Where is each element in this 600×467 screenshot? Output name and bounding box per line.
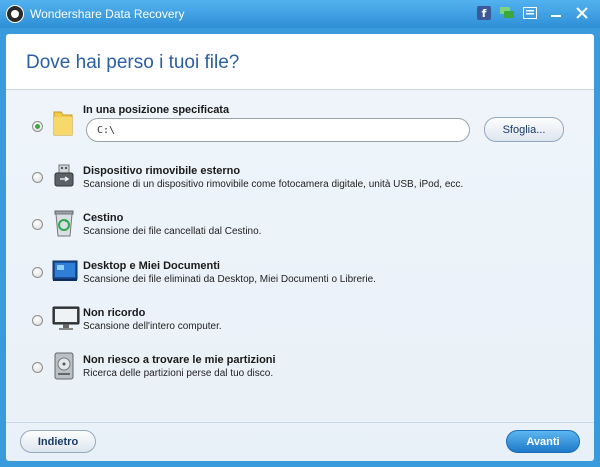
title-bar-controls: f	[477, 4, 592, 22]
radio-removable-device[interactable]	[32, 172, 43, 183]
app-logo-icon	[6, 5, 24, 23]
monitor-icon	[52, 305, 80, 333]
option-desc-removable-device: Scansione di un dispositivo rimovibile c…	[83, 179, 464, 190]
option-desc-dont-remember: Scansione dell'intero computer.	[83, 321, 222, 332]
chat-icon[interactable]	[500, 7, 514, 19]
footer-divider	[6, 422, 594, 423]
recycle-bin-icon	[52, 209, 76, 237]
next-button[interactable]: Avanti	[506, 430, 580, 453]
usb-icon	[52, 164, 76, 188]
radio-dont-remember[interactable]	[32, 315, 43, 326]
folder-icon	[52, 108, 74, 138]
option-desc-recycle-bin: Scansione dei file cancellati dal Cestin…	[83, 226, 262, 237]
header-divider	[6, 89, 594, 90]
option-title-removable-device: Dispositivo rimovibile esterno	[83, 165, 241, 177]
back-button[interactable]: Indietro	[20, 430, 96, 453]
path-input[interactable]	[86, 118, 470, 142]
option-title-lost-partitions: Non riesco a trovare le mie partizioni	[83, 354, 276, 366]
page-title: Dove hai perso i tuoi file?	[26, 52, 240, 73]
radio-specified-location[interactable]	[32, 121, 43, 132]
main-panel: Dove hai perso i tuoi file? In una posiz…	[6, 34, 594, 461]
facebook-icon[interactable]: f	[477, 6, 491, 20]
hard-disk-icon	[52, 352, 76, 380]
desktop-icon	[52, 259, 78, 283]
radio-desktop-documents[interactable]	[32, 267, 43, 278]
option-title-desktop-documents: Desktop e Miei Documenti	[83, 260, 220, 272]
radio-recycle-bin[interactable]	[32, 219, 43, 230]
browse-button[interactable]: Sfoglia...	[484, 117, 564, 142]
option-desc-desktop-documents: Scansione dei file eliminati da Desktop,…	[83, 274, 376, 285]
minimize-icon[interactable]	[546, 4, 566, 22]
option-desc-lost-partitions: Ricerca delle partizioni perse dal tuo d…	[83, 368, 274, 379]
option-title-specified-location: In una posizione specificata	[83, 104, 230, 116]
option-title-recycle-bin: Cestino	[83, 212, 124, 224]
title-bar: Wondershare Data Recovery f	[0, 0, 600, 28]
menu-icon[interactable]	[523, 7, 537, 19]
close-icon[interactable]	[572, 4, 592, 22]
option-title-dont-remember: Non ricordo	[83, 307, 146, 319]
radio-lost-partitions[interactable]	[32, 362, 43, 373]
window-title: Wondershare Data Recovery	[30, 7, 185, 21]
